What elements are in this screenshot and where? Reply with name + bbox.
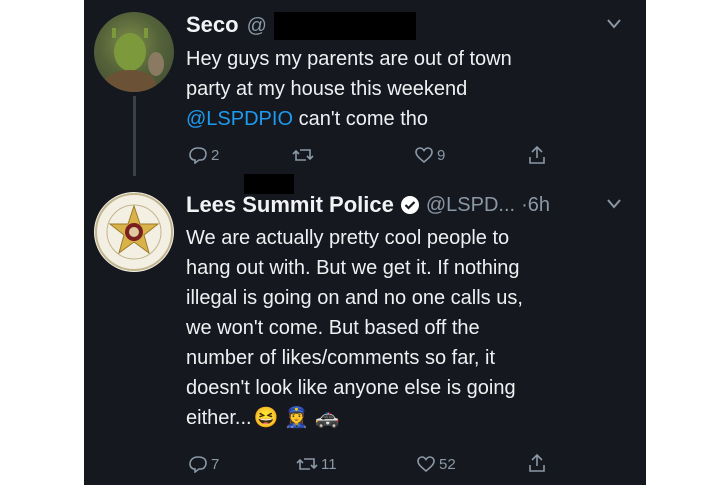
reply-button[interactable]: 2 [188,146,219,164]
reply-count: 7 [211,455,220,473]
retweet-button[interactable] [292,146,317,164]
tweet2-display-name[interactable]: Lees Summit Police [186,192,394,218]
police-officer-emoji: 👮‍♀️ [284,407,309,429]
police-seal-image [95,193,173,271]
tweet2-body-last: either... [186,407,252,429]
like-button[interactable]: 9 [414,146,445,164]
retweet-count: 11 [321,455,337,473]
tweet2-body-line: either... 😆 👮‍♀️ 🚓 [186,403,636,433]
tweet1-body-line: @LSPDPIO can't come tho [186,104,626,134]
like-button[interactable]: 52 [416,455,456,473]
tweet1-display-name[interactable]: Seco [186,12,239,38]
redacted-handle-bar [274,12,416,40]
verified-badge-icon [400,196,419,214]
tweet2-body-line: number of likes/comments so far, it [186,347,496,369]
heart-icon [417,456,435,473]
share-icon [529,453,545,472]
tweet2-body: We are actually pretty cool people to ha… [186,223,636,433]
tweet2-body-line: doesn't look like anyone else is going [186,377,516,399]
retweet-icon [292,149,314,161]
twitter-thread-screen: Seco @ Hey guys my parents are out of to… [84,0,646,485]
reply-icon [189,456,207,473]
like-count: 52 [439,455,456,473]
share-icon [529,145,545,164]
chevron-down-icon[interactable] [606,198,622,210]
police-car-emoji: 🚓 [314,407,340,429]
retweet-icon [296,458,318,470]
reply-icon [189,147,207,164]
like-count: 9 [437,146,446,164]
reply-button[interactable]: 7 [188,455,219,473]
police-badge-avatar[interactable] [94,192,174,272]
tweet1-body-tail: can't come tho [293,108,429,130]
tweet1-handle[interactable]: @ [247,15,267,38]
chevron-down-icon[interactable] [606,18,622,30]
laughing-emoji: 😆 [253,407,279,429]
tweet2-body-line: we won't come. But based off the [186,317,480,339]
tweet1-body-line: Hey guys my parents are out of town [186,48,512,70]
share-button[interactable] [527,145,547,165]
thread-connector-line [133,96,136,176]
share-button[interactable] [527,453,547,473]
tweet2-body-line: hang out with. But we get it. If nothing [186,257,520,279]
reply-count: 2 [211,146,220,164]
heart-icon [415,147,433,164]
tweet2-handle[interactable]: @LSPD... [426,194,515,217]
tweet2-body-line: We are actually pretty cool people to [186,227,510,249]
seco-avatar[interactable] [94,12,174,92]
tweet1-body-line: party at my house this weekend [186,78,468,100]
retweet-button[interactable]: 11 [296,455,337,473]
mention-link[interactable]: @LSPDPIO [186,108,293,130]
tweet1-body: Hey guys my parents are out of town part… [186,44,626,134]
redacted-bar [244,174,294,194]
shrek-avatar-image [104,28,164,92]
tweet2-body-line: illegal is going on and no one calls us, [186,287,523,309]
tweet2-timestamp[interactable]: ·6h [521,194,550,217]
